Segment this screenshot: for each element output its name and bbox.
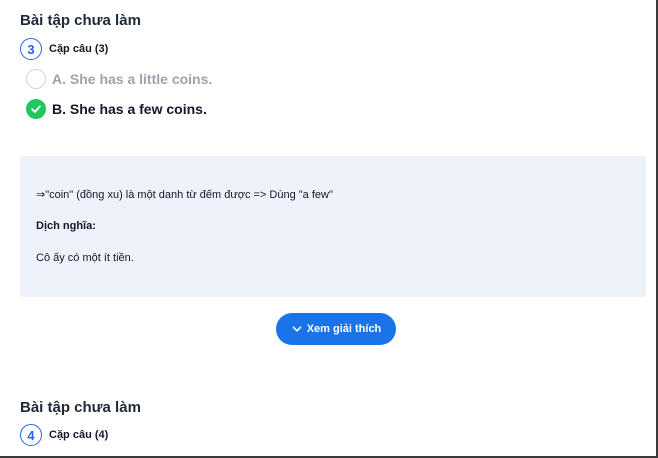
radio-unselected-icon[interactable] [26,69,46,89]
option-b-text: B. She has a few coins. [52,101,207,117]
question-label: Cặp câu (3) [49,43,109,55]
question-header-2: 4 Cặp câu (4) [20,424,108,446]
question-label-2: Cặp câu (4) [49,429,109,441]
explanation-text: ⇒"coin" (đồng xu) là một danh từ đếm đượ… [36,189,333,201]
section-title: Bài tập chưa làm [20,12,141,29]
check-circle-icon[interactable] [26,99,46,119]
view-explanation-button[interactable]: Xem giải thích [276,313,396,345]
translation-heading: Dịch nghĩa: [36,220,96,232]
exercise-card: Bài tập chưa làm 3 Cặp câu (3) A. She ha… [0,0,658,458]
option-a[interactable]: A. She has a little coins. [26,69,212,89]
chevron-down-icon [292,326,302,332]
option-b[interactable]: B. She has a few coins. [26,99,207,119]
translation-text: Cô ấy có một ít tiền. [36,252,134,264]
question-number-badge: 3 [20,38,42,60]
explanation-panel: ⇒"coin" (đồng xu) là một danh từ đếm đượ… [20,156,646,297]
question-header: 3 Cặp câu (3) [20,38,108,60]
section-title-2: Bài tập chưa làm [20,399,141,416]
view-explanation-label: Xem giải thích [306,323,382,335]
question-number-badge-2: 4 [20,424,42,446]
option-a-text: A. She has a little coins. [52,71,213,87]
